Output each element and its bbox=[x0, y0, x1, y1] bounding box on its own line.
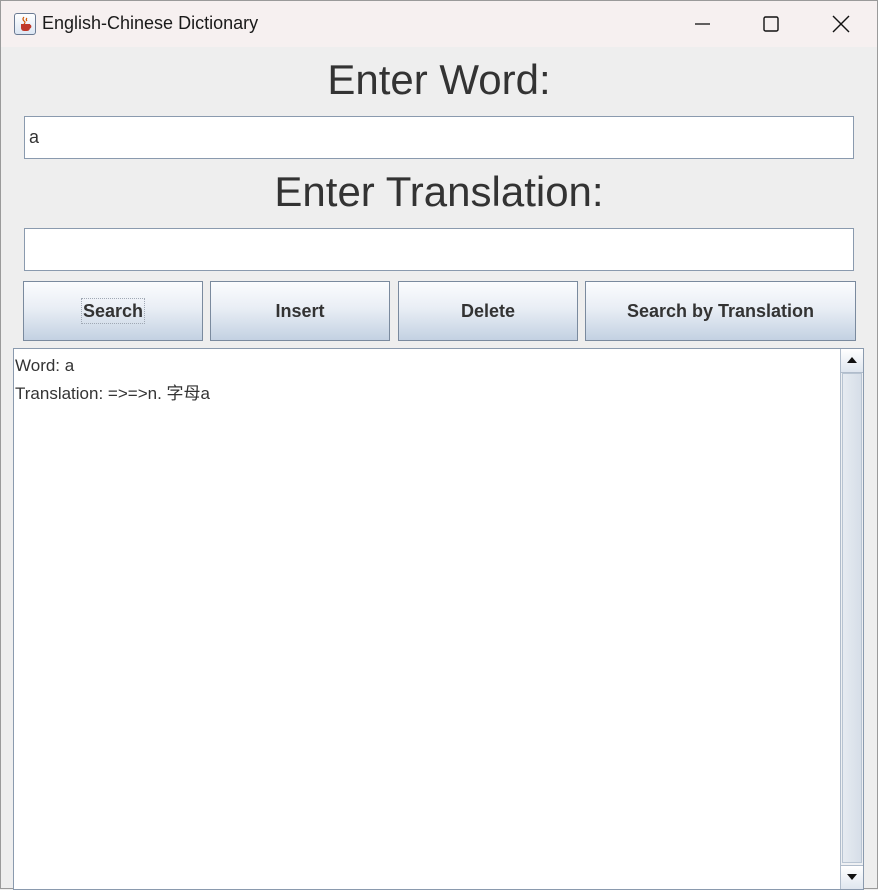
search-by-translation-button[interactable]: Search by Translation bbox=[585, 281, 856, 341]
result-text-area[interactable]: Word: a Translation: =>=>n. 字母a bbox=[13, 348, 864, 890]
window-title: English-Chinese Dictionary bbox=[42, 13, 259, 33]
close-button[interactable] bbox=[807, 1, 875, 47]
dictionary-window: English-Chinese Dictionary Enter Word: E… bbox=[0, 0, 878, 890]
minimize-icon bbox=[695, 23, 710, 25]
vertical-scrollbar[interactable] bbox=[840, 349, 863, 889]
translation-input[interactable] bbox=[24, 228, 854, 271]
java-cup-icon bbox=[14, 13, 36, 35]
arrow-up-icon bbox=[847, 357, 857, 363]
enter-word-label: Enter Word: bbox=[327, 56, 551, 103]
result-translation-line: Translation: =>=>n. 字母a bbox=[15, 384, 210, 403]
title-bar[interactable]: English-Chinese Dictionary bbox=[1, 1, 877, 47]
word-input[interactable] bbox=[24, 116, 854, 159]
maximize-icon bbox=[763, 16, 779, 32]
insert-button[interactable]: Insert bbox=[210, 281, 390, 341]
result-word-line: Word: a bbox=[15, 356, 75, 375]
enter-translation-label: Enter Translation: bbox=[274, 168, 604, 215]
scroll-down-button[interactable] bbox=[841, 865, 863, 889]
arrow-down-icon bbox=[847, 874, 857, 880]
result-text: Word: a Translation: =>=>n. 字母a bbox=[15, 352, 210, 408]
delete-button[interactable]: Delete bbox=[398, 281, 578, 341]
maximize-button[interactable] bbox=[737, 1, 805, 47]
minimize-button[interactable] bbox=[669, 1, 737, 47]
close-icon bbox=[832, 15, 850, 33]
search-button[interactable]: Search bbox=[23, 281, 203, 341]
scroll-thumb[interactable] bbox=[842, 373, 862, 863]
scroll-up-button[interactable] bbox=[841, 349, 863, 373]
search-button-label: Search bbox=[80, 298, 146, 324]
